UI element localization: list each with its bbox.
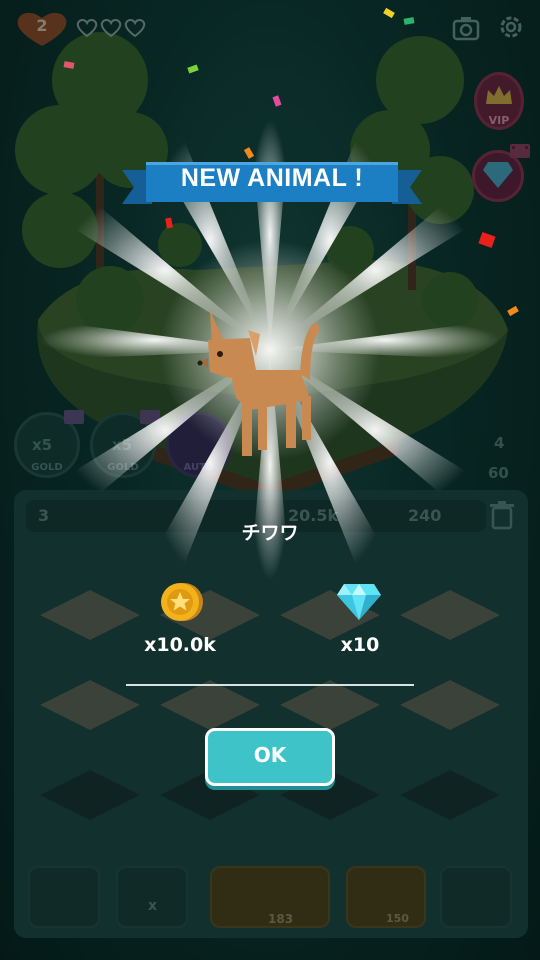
ok-button[interactable]	[205, 728, 335, 786]
divider	[126, 684, 414, 686]
diamond-icon	[337, 584, 381, 620]
banner-title: NEW ANIMAL !	[180, 164, 364, 192]
coin-reward: x10.0k	[144, 634, 216, 656]
gem-reward: x10	[340, 634, 380, 656]
animal-name: チワワ	[241, 522, 299, 544]
gold-coin-icon	[161, 583, 203, 621]
chihuahua-image	[197, 310, 320, 456]
game-screen: 2 VIP x5 GOLD x5 GOLD AUTO 4 60 3 20.5k	[0, 0, 540, 960]
